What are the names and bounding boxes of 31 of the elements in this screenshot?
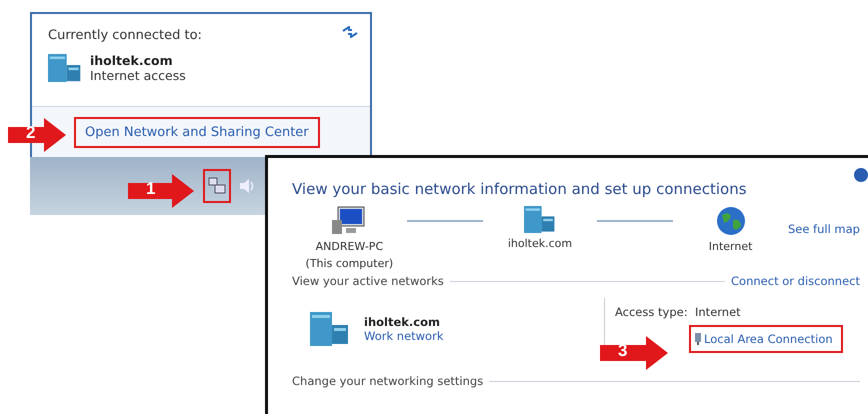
- computer-icon: [332, 206, 366, 236]
- step-number: 2: [26, 123, 36, 143]
- map-sublabel: (This computer): [306, 257, 394, 270]
- network-icon: [208, 177, 226, 195]
- detail-value: Internet: [695, 305, 742, 319]
- network-tray-button[interactable]: [203, 169, 231, 203]
- connection-link[interactable]: Local Area Connection: [689, 325, 843, 353]
- network-type-link[interactable]: Work network: [364, 329, 444, 343]
- map-label: ANDREW-PC: [316, 240, 384, 253]
- network-name: iholtek.com: [90, 53, 174, 68]
- window-title: View your basic network information and set up connections: [292, 180, 748, 198]
- network-name: iholtek.com: [364, 315, 441, 329]
- map-label: Internet: [708, 240, 752, 253]
- network-status: Internet access: [90, 68, 186, 83]
- server-icon: [524, 206, 556, 234]
- popup-heading: Currently connected to:: [48, 28, 202, 43]
- arrow-icon: [600, 336, 668, 370]
- server-icon: [48, 54, 82, 82]
- step-number: 1: [146, 179, 156, 199]
- network-sharing-link[interactable]: Open Network and Sharing Center: [74, 116, 320, 148]
- server-icon: [310, 312, 350, 346]
- arrow-icon: [8, 118, 66, 152]
- section-heading: View your active networks: [292, 274, 444, 288]
- see-full-map-link[interactable]: See full map: [788, 222, 860, 236]
- connect-link[interactable]: Connect or disconnect: [731, 274, 860, 288]
- globe-icon: [716, 206, 746, 236]
- detail-label: Access type:: [615, 305, 689, 319]
- arrow-icon: [128, 174, 194, 208]
- plug-icon: [695, 333, 701, 345]
- map-label: iholtek.com: [508, 237, 572, 250]
- section-heading: Change your networking settings: [292, 374, 484, 388]
